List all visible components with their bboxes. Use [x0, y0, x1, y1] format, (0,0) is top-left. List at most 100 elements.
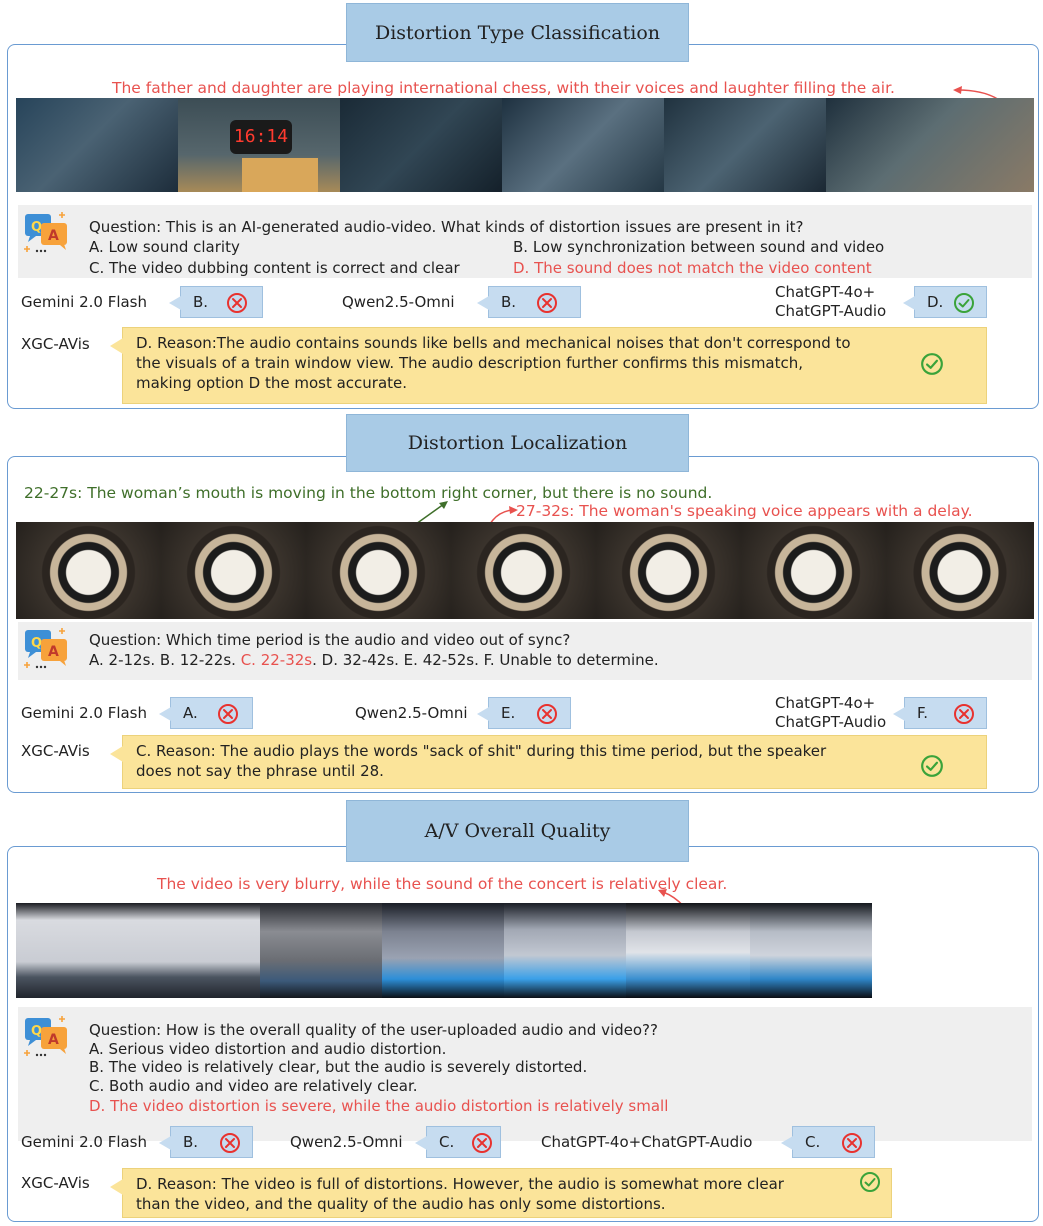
option-c: C. The video dubbing content is correct …: [89, 259, 460, 277]
reason-box: D. Reason:The audio contains sounds like…: [110, 327, 987, 404]
cross-circle-icon: [953, 703, 975, 725]
scene-caption: 27-32s: The woman's speaking voice appea…: [516, 502, 973, 520]
scene-caption: The video is very blurry, while the soun…: [157, 875, 728, 893]
video-frame: [741, 522, 886, 619]
video-frame: [16, 522, 161, 619]
model-name: ChatGPT-4o+ ChatGPT-Audio: [775, 283, 886, 321]
model-name: Qwen2.5-Omni: [290, 1133, 403, 1151]
video-frame: [16, 903, 138, 998]
reason-text: C. Reason: The audio plays the words "sa…: [136, 741, 896, 781]
video-frame: [504, 903, 626, 998]
check-circle-icon: [920, 754, 944, 778]
model-name: Qwen2.5-Omni: [342, 293, 455, 311]
video-frame: [502, 98, 664, 192]
answer-letter: A.: [183, 704, 198, 722]
reason-line: than the video, and the quality of the a…: [136, 1195, 666, 1213]
cross-circle-icon: [841, 1132, 863, 1154]
model-name: Gemini 2.0 Flash: [21, 1133, 148, 1151]
answer-letter: B.: [193, 293, 209, 311]
cross-circle-icon: [217, 703, 239, 725]
model-name: Gemini 2.0 Flash: [21, 293, 148, 311]
video-frame: [626, 903, 750, 998]
reason-box: D. Reason: The video is full of distorti…: [110, 1168, 892, 1218]
video-frame: [596, 522, 741, 619]
cross-circle-icon: [226, 292, 248, 314]
video-frames: [16, 903, 872, 998]
qa-chat-icon: [22, 1012, 74, 1058]
video-frame: [138, 903, 260, 998]
model-name: ChatGPT-4o+ChatGPT-Audio: [541, 1133, 753, 1151]
answer-box: D.: [903, 286, 987, 318]
model-name: ChatGPT-4o+ ChatGPT-Audio: [775, 694, 886, 732]
cross-circle-icon: [219, 1132, 241, 1154]
answer-letter: C.: [439, 1133, 455, 1151]
model-name: Gemini 2.0 Flash: [21, 704, 148, 722]
options-part: A. 2-12s. B. 12-22s.: [89, 651, 241, 669]
model-name: Qwen2.5-Omni: [355, 704, 468, 722]
reason-line: C. Reason: The audio plays the words "sa…: [136, 742, 827, 760]
section-title: Distortion Localization: [346, 414, 689, 472]
answer-box: B.: [477, 286, 581, 318]
model-name-line: ChatGPT-Audio: [775, 713, 887, 731]
video-frame: [382, 903, 504, 998]
video-frame: [750, 903, 872, 998]
answer-box: B.: [159, 1126, 253, 1158]
model-name: XGC-AVis: [21, 1174, 90, 1192]
answer-box: B.: [169, 286, 263, 318]
answer-letter: F.: [917, 704, 928, 722]
answer-box: F.: [893, 697, 987, 729]
option-c-correct: C. 22-32s: [240, 651, 313, 669]
video-frame: [451, 522, 596, 619]
scene-caption: 22-27s: The woman’s mouth is moving in t…: [24, 484, 713, 502]
answer-letter: B.: [501, 293, 517, 311]
option-d-correct: D. The video distortion is severe, while…: [89, 1097, 669, 1115]
section-title: A/V Overall Quality: [346, 800, 689, 862]
reason-line: does not say the phrase until 28.: [136, 762, 384, 780]
reason-text: D. Reason: The video is full of distorti…: [136, 1174, 856, 1214]
options-part: . D. 32-42s. E. 42-52s. F. Unable to det…: [312, 651, 659, 669]
model-name-line: ChatGPT-Audio: [775, 302, 887, 320]
qa-chat-icon: [22, 208, 74, 254]
option-c: C. Both audio and video are relatively c…: [89, 1077, 418, 1095]
model-name: XGC-AVis: [21, 742, 90, 760]
question-text: Question: How is the overall quality of …: [89, 1021, 658, 1039]
option-a: A. Low sound clarity: [89, 238, 240, 256]
question-text: Question: Which time period is the audio…: [89, 631, 571, 649]
check-circle-icon: [859, 1171, 881, 1193]
answer-letter: E.: [501, 704, 516, 722]
answer-box: A.: [159, 697, 253, 729]
reason-line: D. Reason:The audio contains sounds like…: [136, 334, 851, 352]
option-d-correct: D. The sound does not match the video co…: [513, 259, 872, 277]
option-b: B. The video is relatively clear, but th…: [89, 1058, 588, 1076]
video-frames: 16:14: [16, 98, 1034, 192]
options-inline: A. 2-12s. B. 12-22s. C. 22-32s. D. 32-42…: [89, 651, 659, 669]
video-frame: [16, 98, 178, 192]
option-b: B. Low synchronization between sound and…: [513, 238, 885, 256]
reason-line: making option D the most accurate.: [136, 374, 408, 392]
reason-line: D. Reason: The video is full of distorti…: [136, 1175, 784, 1193]
model-name-line: ChatGPT-4o+: [775, 694, 876, 712]
answer-box: C.: [781, 1126, 875, 1158]
reason-text: D. Reason:The audio contains sounds like…: [136, 333, 896, 393]
video-frames: [16, 522, 1034, 619]
video-frame: [161, 522, 306, 619]
model-name-line: ChatGPT-4o+: [775, 283, 876, 301]
option-a: A. Serious video distortion and audio di…: [89, 1040, 447, 1058]
video-frame: [260, 903, 382, 998]
cross-circle-icon: [471, 1132, 493, 1154]
answer-letter: D.: [927, 293, 944, 311]
check-circle-icon: [953, 292, 975, 314]
video-frame: [664, 98, 826, 192]
cross-circle-icon: [536, 703, 558, 725]
video-frame: 16:14: [178, 98, 340, 192]
video-frame: [340, 98, 502, 192]
cross-circle-icon: [536, 292, 558, 314]
question-text: Question: This is an AI-generated audio-…: [89, 218, 804, 236]
qa-chat-icon: [22, 624, 74, 670]
answer-box: C.: [415, 1126, 501, 1158]
video-frame: [306, 522, 451, 619]
answer-box: E.: [477, 697, 571, 729]
reason-line: the visuals of a train window view. The …: [136, 354, 804, 372]
reason-box: C. Reason: The audio plays the words "sa…: [110, 735, 987, 789]
check-circle-icon: [920, 352, 944, 376]
